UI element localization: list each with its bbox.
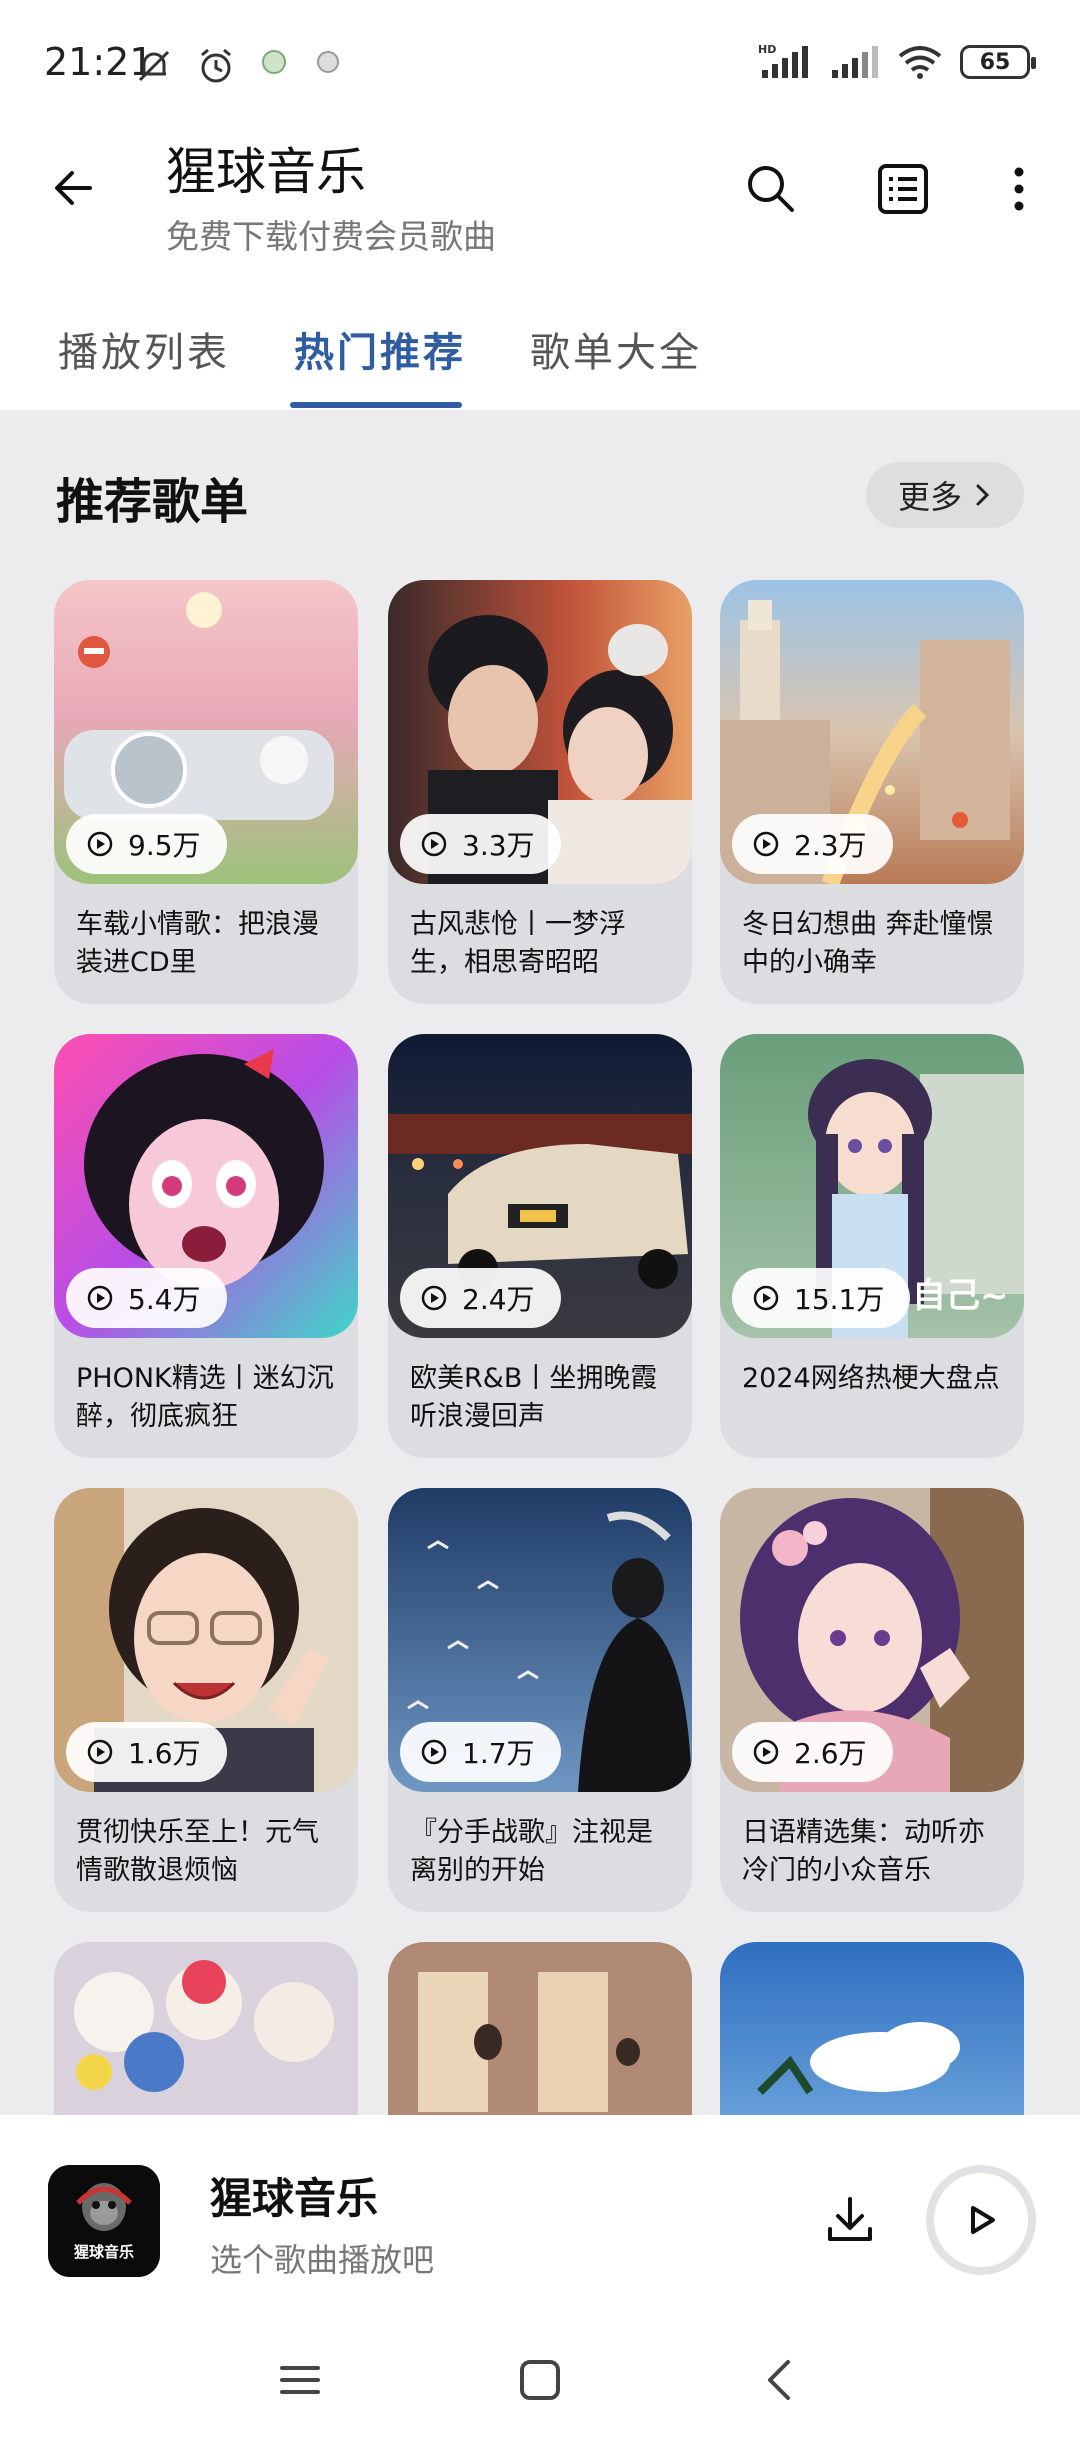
playlist-card[interactable] <box>388 1942 692 2115</box>
play-count-badge: 1.6万 <box>66 1722 227 1782</box>
play-count-badge: 2.6万 <box>732 1722 893 1782</box>
play-circle-icon <box>753 1285 779 1311</box>
svg-text:HD: HD <box>758 43 776 56</box>
active-tab-indicator <box>290 402 462 408</box>
play-count: 15.1万 <box>794 1283 885 1316</box>
play-count: 1.6万 <box>128 1737 201 1770</box>
play-circle-icon <box>753 1739 779 1765</box>
app-header: 猩球音乐 免费下载付费会员歌曲 <box>0 130 1080 280</box>
playlist-card[interactable]: 自己~ 15.1万 2024网络热梗大盘点 <box>720 1034 1024 1458</box>
playlist-title: PHONK精选丨迷幻沉醉，彻底疯狂 <box>76 1363 334 1432</box>
search-icon[interactable] <box>738 156 804 222</box>
playlist-title: 日语精选集：动听亦冷门的小众音乐 <box>742 1817 985 1886</box>
playlist-card[interactable]: 5.4万 PHONK精选丨迷幻沉醉，彻底疯狂 <box>54 1034 358 1458</box>
playlist-title: 贯彻快乐至上！元气情歌散退烦恼 <box>76 1817 319 1886</box>
signal-icon <box>832 46 878 78</box>
playlist-card[interactable]: 3.3万 古风悲怆丨一梦浮生，相思寄昭昭 <box>388 580 692 1004</box>
playlist-list-icon[interactable] <box>870 156 936 222</box>
play-count: 3.3万 <box>462 829 535 862</box>
play-count: 5.4万 <box>128 1283 201 1316</box>
player-cover-text: 猩球音乐 <box>73 2243 134 2261</box>
play-circle-icon <box>421 831 447 857</box>
menu-icon[interactable] <box>270 2350 330 2410</box>
play-count: 2.3万 <box>794 829 867 862</box>
tab-bar: 播放列表 热门推荐 歌单大全 <box>0 280 1080 410</box>
battery-icon: 65 <box>960 45 1036 79</box>
alarm-icon <box>201 48 231 83</box>
playlist-card[interactable]: 2.6万 日语精选集：动听亦冷门的小众音乐 <box>720 1488 1024 1912</box>
player-subtitle: 选个歌曲播放吧 <box>210 2241 435 2279</box>
play-circle-icon <box>421 1739 447 1765</box>
play-circle-icon <box>753 831 779 857</box>
play-count: 1.7万 <box>462 1737 535 1770</box>
playlist-cover <box>54 1942 358 2115</box>
back-arrow-icon[interactable] <box>46 158 106 218</box>
player-cover[interactable]: 猩球音乐 <box>48 2165 160 2277</box>
tab-playlist-collection[interactable]: 歌单大全 <box>530 320 702 378</box>
playlist-title: 2024网络热梗大盘点 <box>742 1363 1000 1394</box>
tab-playlist[interactable]: 播放列表 <box>58 320 230 378</box>
playlist-card[interactable]: 1.6万 贯彻快乐至上！元气情歌散退烦恼 <box>54 1488 358 1912</box>
wifi-icon <box>898 46 942 79</box>
tab-hot-recommend[interactable]: 热门推荐 <box>294 320 466 378</box>
page-subtitle: 免费下载付费会员歌曲 <box>166 217 496 256</box>
mute-bell-icon <box>138 50 170 82</box>
signal-hd-icon: HD <box>758 43 808 78</box>
play-count-badge: 15.1万 <box>732 1268 911 1328</box>
play-count-badge: 1.7万 <box>400 1722 561 1782</box>
playlist-card[interactable]: 1.7万 『分手战歌』注视是离别的开始 <box>388 1488 692 1912</box>
playlist-title: 车载小情歌：把浪漫装进CD里 <box>76 909 319 978</box>
playlist-card[interactable]: 2.3万 冬日幻想曲 奔赴憧憬中的小确幸 <box>720 580 1024 1004</box>
playlist-cover <box>388 1942 692 2115</box>
section-title: 推荐歌单 <box>56 474 249 530</box>
status-right: HD 65 <box>758 42 1036 82</box>
playlist-card[interactable] <box>54 1942 358 2115</box>
app-notification-icon <box>262 50 286 74</box>
play-count-badge: 2.3万 <box>732 814 893 874</box>
more-button[interactable]: 更多 <box>866 462 1024 528</box>
play-count-badge: 5.4万 <box>66 1268 227 1328</box>
play-count: 2.4万 <box>462 1283 535 1316</box>
playlist-card[interactable]: 9.5万 车载小情歌：把浪漫装进CD里 <box>54 580 358 1004</box>
page-title: 猩球音乐 <box>166 143 366 201</box>
play-circle-icon <box>87 1739 113 1765</box>
playlist-card[interactable]: 2.4万 欧美R&B丨坐拥晚霞听浪漫回声 <box>388 1034 692 1458</box>
play-circle-icon <box>87 831 113 857</box>
battery-level: 65 <box>979 49 1011 75</box>
download-icon[interactable] <box>822 2191 878 2247</box>
more-vertical-icon[interactable] <box>986 156 1052 222</box>
app-notification-icon-2 <box>317 51 339 73</box>
play-circle-icon <box>421 1285 447 1311</box>
home-icon[interactable] <box>510 2350 570 2410</box>
system-nav-bar <box>0 2290 1080 2460</box>
playlist-title: 冬日幻想曲 奔赴憧憬中的小确幸 <box>742 909 994 978</box>
chevron-right-icon <box>976 484 990 506</box>
more-button-label: 更多 <box>897 478 962 516</box>
cover-overlay-text: 自己~ <box>912 1276 1009 1316</box>
play-count-badge: 2.4万 <box>400 1268 561 1328</box>
play-count: 9.5万 <box>128 829 201 862</box>
status-left-icons <box>134 46 344 86</box>
playlist-title: 古风悲怆丨一梦浮生，相思寄昭昭 <box>410 909 626 978</box>
playlist-cover <box>720 1942 1024 2115</box>
play-count: 2.6万 <box>794 1737 867 1770</box>
recommend-content[interactable]: 推荐歌单 更多 9.5万 车载小情歌：把浪漫装进CD里 3.3万 古风悲怆丨一梦… <box>0 410 1080 2115</box>
play-count-badge: 3.3万 <box>400 814 561 874</box>
back-icon[interactable] <box>750 2350 810 2410</box>
player-title: 猩球音乐 <box>210 2174 379 2223</box>
mini-player[interactable]: 猩球音乐 猩球音乐 选个歌曲播放吧 <box>0 2115 1080 2290</box>
play-icon <box>971 2206 995 2234</box>
play-button[interactable] <box>926 2165 1036 2275</box>
play-circle-icon <box>87 1285 113 1311</box>
playlist-title: 『分手战歌』注视是离别的开始 <box>410 1817 653 1886</box>
playlist-card[interactable] <box>720 1942 1024 2115</box>
status-bar: 21:21 HD 65 <box>0 0 1080 130</box>
play-count-badge: 9.5万 <box>66 814 227 874</box>
playlist-title: 欧美R&B丨坐拥晚霞听浪漫回声 <box>410 1363 658 1432</box>
